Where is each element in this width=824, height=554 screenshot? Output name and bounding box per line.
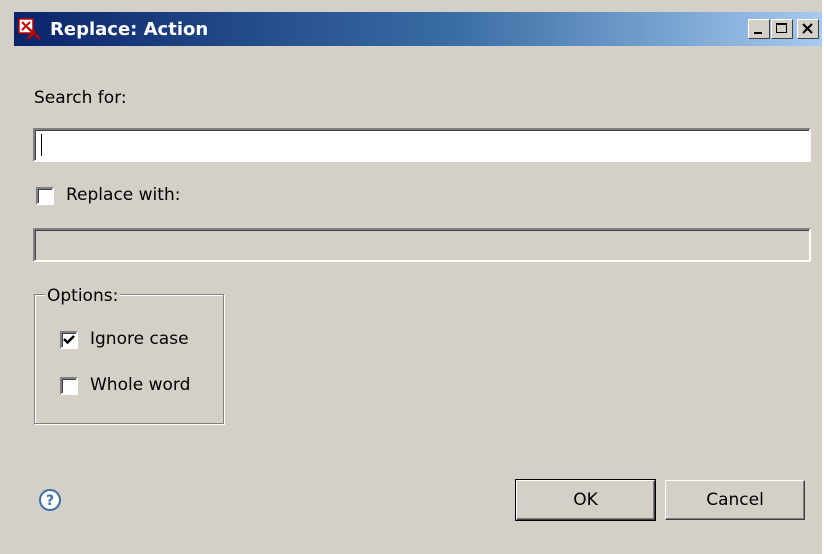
- text-caret: [41, 134, 42, 156]
- search-label: Search for:: [34, 88, 127, 108]
- ignore-case-checkbox[interactable]: [60, 331, 78, 349]
- replace-dialog: Replace: Action Search for: Replace with…: [0, 0, 824, 554]
- options-legend: Options:: [45, 286, 121, 306]
- checkmark-icon: [63, 335, 75, 345]
- ignore-case-label[interactable]: Ignore case: [90, 329, 189, 349]
- options-group: [34, 294, 224, 424]
- title-bar[interactable]: Replace: Action: [14, 12, 822, 46]
- close-button[interactable]: [797, 19, 819, 39]
- search-input[interactable]: [33, 128, 811, 162]
- close-icon: [802, 23, 813, 34]
- help-icon[interactable]: ?: [38, 488, 62, 512]
- svg-text:?: ?: [46, 493, 54, 509]
- window-title: Replace: Action: [50, 19, 209, 40]
- ok-label: OK: [573, 490, 598, 510]
- cancel-label: Cancel: [706, 490, 764, 510]
- replace-label[interactable]: Replace with:: [66, 185, 180, 205]
- replace-input: [33, 228, 811, 262]
- maximize-button[interactable]: [771, 19, 793, 39]
- app-icon: [18, 18, 41, 40]
- cancel-button[interactable]: Cancel: [665, 480, 805, 520]
- whole-word-checkbox[interactable]: [60, 377, 78, 395]
- ok-button[interactable]: OK: [515, 479, 656, 521]
- minimize-icon: [754, 32, 762, 34]
- minimize-button[interactable]: [748, 19, 770, 39]
- maximize-icon: [776, 23, 787, 33]
- replace-checkbox[interactable]: [36, 187, 54, 205]
- whole-word-label[interactable]: Whole word: [90, 375, 190, 395]
